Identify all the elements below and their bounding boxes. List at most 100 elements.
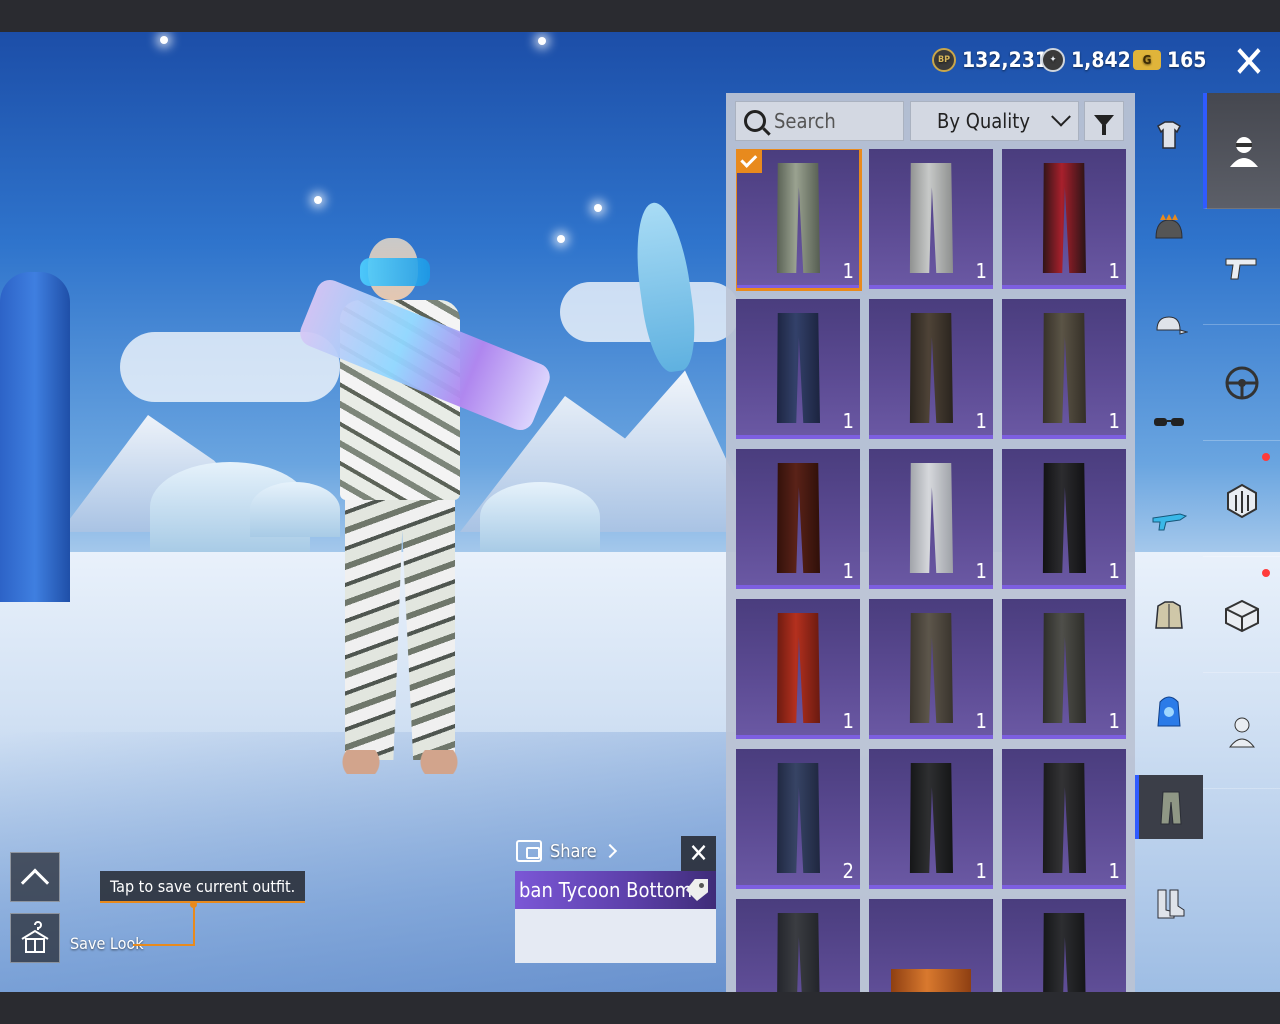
category-tab[interactable] bbox=[1135, 871, 1203, 935]
inventory-item[interactable]: 1 bbox=[869, 599, 993, 739]
inventory-item[interactable]: 1 bbox=[869, 299, 993, 439]
category-tab[interactable] bbox=[1135, 199, 1203, 263]
inventory-item[interactable]: 1 bbox=[869, 449, 993, 589]
star bbox=[557, 235, 565, 243]
uc-value: 165 bbox=[1167, 48, 1207, 72]
inventory-item[interactable]: 1 bbox=[736, 599, 860, 739]
pants-icon bbox=[1152, 788, 1190, 826]
star bbox=[594, 204, 602, 212]
inventory-item[interactable] bbox=[736, 899, 860, 992]
cap-icon bbox=[1150, 308, 1189, 346]
category-tab[interactable] bbox=[1135, 679, 1203, 743]
inventory-panel: By Quality 1 1 1 1 1 1 1 1 1 1 1 1 2 1 1 bbox=[726, 93, 1135, 992]
side-tab[interactable] bbox=[1203, 325, 1280, 441]
companion-icon bbox=[1222, 711, 1262, 751]
inventory-item[interactable] bbox=[869, 899, 993, 992]
pants-image bbox=[909, 163, 953, 273]
checkmark-icon bbox=[736, 149, 762, 173]
pants-image bbox=[909, 613, 953, 723]
inventory-item[interactable] bbox=[1002, 899, 1126, 992]
save-look-button[interactable] bbox=[10, 913, 60, 963]
search-box[interactable] bbox=[735, 101, 904, 141]
inventory-item[interactable]: 1 bbox=[736, 299, 860, 439]
shoes-icon bbox=[1150, 884, 1188, 922]
inventory-item[interactable]: 1 bbox=[736, 449, 860, 589]
filter-icon bbox=[1094, 115, 1114, 135]
category-tab[interactable] bbox=[1135, 391, 1203, 455]
inventory-item[interactable]: 2 bbox=[736, 749, 860, 889]
pants-image bbox=[1042, 163, 1086, 273]
inventory-item[interactable]: 1 bbox=[1002, 599, 1126, 739]
side-tab[interactable] bbox=[1203, 441, 1280, 557]
bp-value: 132,231 bbox=[962, 48, 1049, 72]
side-tab[interactable] bbox=[1203, 93, 1280, 209]
item-count: 1 bbox=[1108, 709, 1120, 733]
side-tab[interactable] bbox=[1203, 557, 1280, 673]
card-close-icon[interactable]: ✕ bbox=[681, 836, 716, 871]
search-input[interactable] bbox=[774, 109, 894, 133]
steering-wheel-icon bbox=[1222, 363, 1262, 403]
star bbox=[160, 36, 168, 44]
search-icon bbox=[744, 110, 766, 132]
filter-button[interactable] bbox=[1084, 101, 1124, 141]
item-count: 1 bbox=[975, 559, 987, 583]
category-tab[interactable] bbox=[1135, 583, 1203, 647]
sort-dropdown[interactable]: By Quality bbox=[910, 101, 1079, 141]
share-label: Share bbox=[550, 840, 597, 862]
item-count: 1 bbox=[975, 409, 987, 433]
item-count: 1 bbox=[1108, 259, 1120, 283]
side-tab[interactable] bbox=[1203, 209, 1280, 325]
item-count: 1 bbox=[842, 559, 854, 583]
star bbox=[314, 196, 322, 204]
hanger-icon bbox=[21, 921, 49, 953]
inventory-item[interactable]: 1 bbox=[1002, 449, 1126, 589]
player-character[interactable] bbox=[295, 230, 555, 780]
glasses-icon bbox=[1150, 404, 1188, 442]
side-tabs bbox=[1203, 93, 1280, 992]
pants-image bbox=[776, 763, 820, 873]
pants-image bbox=[1042, 313, 1086, 423]
inventory-item[interactable]: 1 bbox=[736, 149, 862, 291]
shorts-image bbox=[891, 969, 971, 992]
outfit-icon bbox=[1150, 116, 1188, 154]
item-count: 1 bbox=[842, 259, 854, 283]
bp-coin-icon: BP bbox=[932, 48, 956, 72]
item-count: 1 bbox=[842, 709, 854, 733]
helmet-icon bbox=[1150, 212, 1188, 250]
pants-image bbox=[776, 613, 820, 723]
item-count: 1 bbox=[842, 409, 854, 433]
ag-coin-icon: ✦ bbox=[1041, 48, 1065, 72]
pistol-icon bbox=[1222, 247, 1262, 287]
category-tab[interactable] bbox=[1135, 295, 1203, 359]
pants-image bbox=[909, 763, 953, 873]
chevron-up-icon bbox=[20, 868, 50, 897]
share-button[interactable]: Share bbox=[516, 840, 617, 862]
pants-image bbox=[909, 313, 953, 423]
notification-dot bbox=[1262, 453, 1270, 461]
close-icon[interactable]: ✕ bbox=[1226, 40, 1272, 86]
item-title-text: ban Tycoon Bottom bbox=[519, 878, 693, 902]
expand-button[interactable] bbox=[10, 852, 60, 902]
inventory-item[interactable]: 1 bbox=[1002, 149, 1126, 289]
inventory-item[interactable]: 1 bbox=[869, 749, 993, 889]
item-grid: 1 1 1 1 1 1 1 1 1 1 1 1 2 1 1 bbox=[736, 149, 1126, 992]
item-title[interactable]: ban Tycoon Bottom bbox=[515, 871, 716, 909]
item-count: 1 bbox=[1108, 559, 1120, 583]
inventory-item[interactable]: 1 bbox=[1002, 749, 1126, 889]
category-tab[interactable] bbox=[1135, 775, 1203, 839]
bottom-letterbox bbox=[0, 992, 1280, 1024]
side-tab[interactable] bbox=[1203, 673, 1280, 789]
inventory-item[interactable]: 1 bbox=[869, 149, 993, 289]
category-tabs bbox=[1135, 93, 1203, 992]
notification-dot bbox=[1262, 569, 1270, 577]
top-letterbox bbox=[0, 0, 1280, 32]
category-tab[interactable] bbox=[1135, 487, 1203, 551]
pants-image bbox=[1042, 763, 1086, 873]
pants-image bbox=[776, 463, 820, 573]
category-tab[interactable] bbox=[1135, 103, 1203, 167]
save-outfit-tooltip: Tap to save current outfit. bbox=[100, 871, 306, 903]
inventory-item[interactable]: 1 bbox=[1002, 299, 1126, 439]
character-mask bbox=[360, 258, 430, 286]
item-count: 1 bbox=[1108, 409, 1120, 433]
sort-label: By Quality bbox=[937, 109, 1030, 133]
